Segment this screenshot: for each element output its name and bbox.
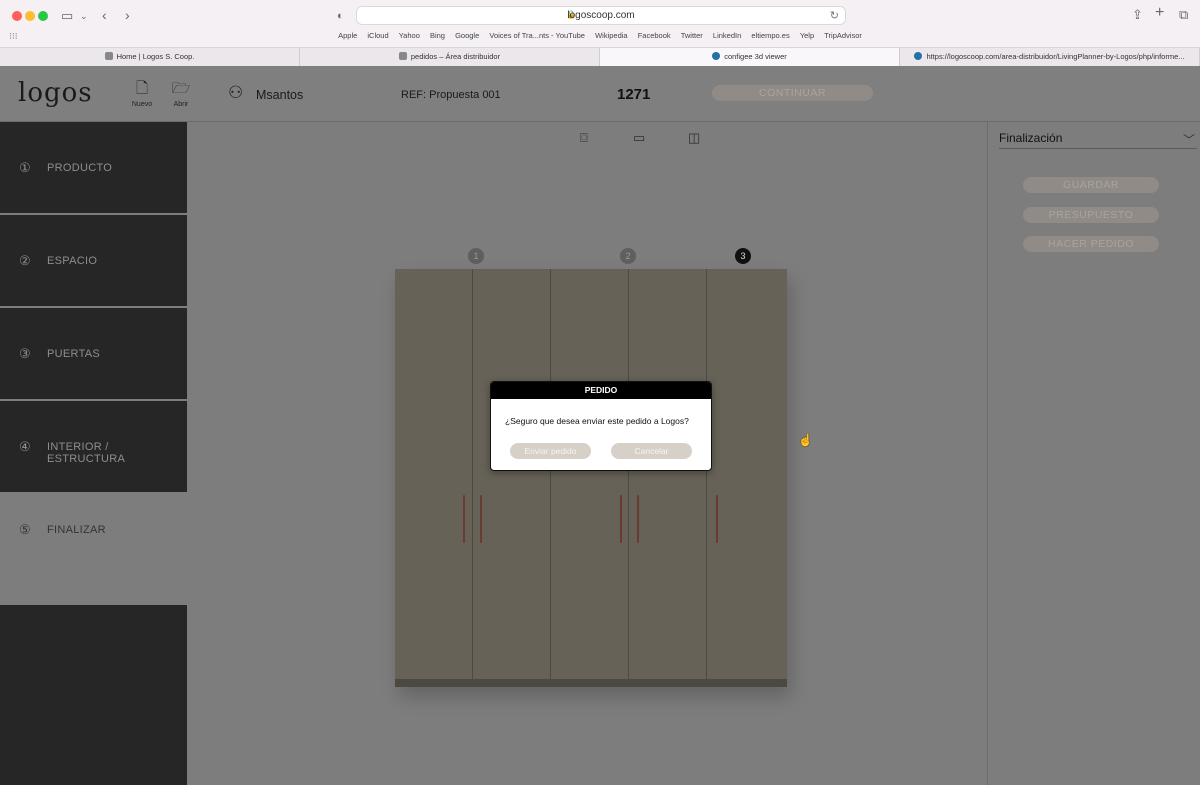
privacy-shield-icon[interactable]: ◐: [337, 9, 344, 23]
total-price: 1271: [617, 86, 651, 103]
steps-sidebar: ① PRODUCTO ② ESPACIO ③ PUERTAS ④ INTERIO…: [0, 122, 187, 785]
continue-button[interactable]: CONTINUAR: [712, 85, 873, 101]
folder-icon: 🗁: [171, 80, 191, 97]
module-badge-1[interactable]: 1: [468, 248, 484, 264]
new-tab-icon[interactable]: +: [1155, 5, 1164, 21]
step-espacio[interactable]: ② ESPACIO: [0, 215, 187, 306]
wordpress-favicon-icon: [914, 52, 923, 60]
wardrobe-door[interactable]: [473, 269, 551, 679]
place-order-button[interactable]: HACER PEDIDO: [1023, 236, 1159, 252]
finalization-dropdown[interactable]: Finalización ﹀: [999, 131, 1197, 149]
project-reference: REF: Propuesta 001: [401, 89, 501, 101]
wardrobe-plinth: [395, 679, 787, 687]
budget-button[interactable]: PRESUPUESTO: [1023, 207, 1159, 223]
close-window-button[interactable]: [12, 11, 22, 21]
step-puertas[interactable]: ③ PUERTAS: [0, 308, 187, 399]
bookmark-item[interactable]: eltiempo.es: [751, 31, 789, 40]
bookmark-item[interactable]: Yahoo: [399, 31, 420, 40]
logos-favicon-icon: [398, 52, 407, 60]
maximize-window-button[interactable]: [38, 11, 48, 21]
share-icon[interactable]: ⇪: [1132, 8, 1143, 22]
tab-pedidos[interactable]: pedidos – Área distribuidor: [300, 48, 600, 66]
sidebar-footer: [0, 605, 187, 785]
reload-icon[interactable]: ↻: [830, 9, 839, 22]
layout-view-icon[interactable]: ◫: [688, 130, 700, 146]
step-label: ESPACIO: [47, 255, 98, 267]
order-confirm-dialog: PEDIDO ¿Seguro que desea enviar este ped…: [490, 381, 712, 471]
app-header: logos 🗋 Nuevo 🗁 Abrir ⚇ Msantos REF: Pro…: [0, 66, 1200, 122]
cancel-button[interactable]: Cancelar: [611, 443, 692, 459]
step-number: ⑤: [19, 522, 31, 537]
step-number: ④: [19, 439, 31, 454]
step-interior-estructura[interactable]: ④ INTERIOR / ESTRUCTURA: [0, 401, 187, 492]
bookmarks-bar: Apple iCloud Yahoo Bing Google Voices of…: [0, 31, 1200, 43]
door-handle: [480, 495, 482, 543]
measure-ruler-icon[interactable]: ▭: [633, 130, 645, 146]
address-bar[interactable]: 🔒 logoscoop.com ↻: [356, 6, 846, 25]
door-handle: [637, 495, 639, 543]
save-button[interactable]: GUARDAR: [1023, 177, 1159, 193]
camera-focus-icon[interactable]: ⌼: [580, 130, 588, 146]
dialog-title: PEDIDO: [491, 382, 711, 399]
bookmark-item[interactable]: Voices of Tra...nts - YouTube: [489, 31, 585, 40]
open-button[interactable]: 🗁 Abrir: [166, 80, 196, 108]
logos-favicon-icon: [104, 52, 113, 60]
bookmark-item[interactable]: Bing: [430, 31, 445, 40]
tab-informe[interactable]: https://logoscoop.com/area-distribuidor/…: [900, 48, 1200, 66]
bookmark-item[interactable]: Yelp: [800, 31, 814, 40]
step-finalizar[interactable]: ⑤ FINALIZAR: [0, 494, 187, 604]
minimize-window-button[interactable]: [25, 11, 35, 21]
step-producto[interactable]: ① PRODUCTO: [0, 122, 187, 213]
bookmark-item[interactable]: Twitter: [681, 31, 703, 40]
door-handle: [463, 495, 465, 543]
hand-cursor-icon: ☝: [798, 433, 813, 447]
bookmark-item[interactable]: Wikipedia: [595, 31, 628, 40]
wardrobe-door[interactable]: [395, 269, 473, 679]
tab-bar: Home | Logos S. Coop. pedidos – Área dis…: [0, 47, 1200, 66]
new-button[interactable]: 🗋 Nuevo: [127, 80, 157, 108]
wardrobe-door[interactable]: [707, 269, 787, 679]
step-number: ②: [19, 253, 31, 268]
new-document-icon: 🗋: [135, 80, 149, 97]
step-label: PRODUCTO: [47, 162, 113, 174]
url-text: logoscoop.com: [567, 10, 635, 21]
send-order-button[interactable]: Enviar pedido: [510, 443, 591, 459]
wardrobe-door[interactable]: [629, 269, 707, 679]
bookmark-item[interactable]: Apple: [338, 31, 357, 40]
wardrobe-door[interactable]: [551, 269, 629, 679]
door-handle: [620, 495, 622, 543]
sidebar-toggle-icon[interactable]: ▭: [61, 9, 73, 23]
browser-chrome: ▭ ⌄ ‹ › ◐ 🔒 logoscoop.com ↻ ⇪ + ⧉ ⁝⁝⁝ Ap…: [0, 0, 1200, 66]
door-handle: [716, 495, 718, 543]
back-arrow-icon[interactable]: ‹: [102, 8, 107, 22]
tab-overview-icon[interactable]: ⧉: [1179, 8, 1188, 22]
step-label: PUERTAS: [47, 348, 101, 360]
bookmark-item[interactable]: Facebook: [638, 31, 671, 40]
tab-configee-viewer[interactable]: configee 3d viewer: [600, 48, 900, 66]
section-title: Finalización: [999, 131, 1063, 145]
forward-arrow-icon[interactable]: ›: [125, 8, 130, 22]
module-badge-3[interactable]: 3: [735, 248, 751, 264]
dialog-message: ¿Seguro que desea enviar este pedido a L…: [505, 416, 689, 426]
step-label: INTERIOR / ESTRUCTURA: [47, 441, 126, 465]
wordpress-favicon-icon: [712, 52, 721, 60]
username: Msantos: [256, 88, 304, 102]
step-number: ③: [19, 346, 31, 361]
bookmark-item[interactable]: LinkedIn: [713, 31, 741, 40]
step-number: ①: [19, 160, 31, 175]
step-label: FINALIZAR: [47, 524, 106, 536]
logos-logo: logos: [18, 78, 93, 108]
user-icon: ⚇: [228, 83, 244, 102]
module-badge-2[interactable]: 2: [620, 248, 636, 264]
chevron-down-icon[interactable]: ⌄: [80, 9, 88, 23]
finalization-panel: Finalización ﹀ GUARDAR PRESUPUESTO HACER…: [987, 122, 1200, 785]
chevron-down-icon: ﹀: [1182, 133, 1195, 147]
tab-logos-home[interactable]: Home | Logos S. Coop.: [0, 48, 300, 66]
bookmark-item[interactable]: iCloud: [367, 31, 388, 40]
bookmark-item[interactable]: TripAdvisor: [824, 31, 862, 40]
wardrobe-3d-model[interactable]: [395, 269, 787, 687]
bookmark-item[interactable]: Google: [455, 31, 479, 40]
